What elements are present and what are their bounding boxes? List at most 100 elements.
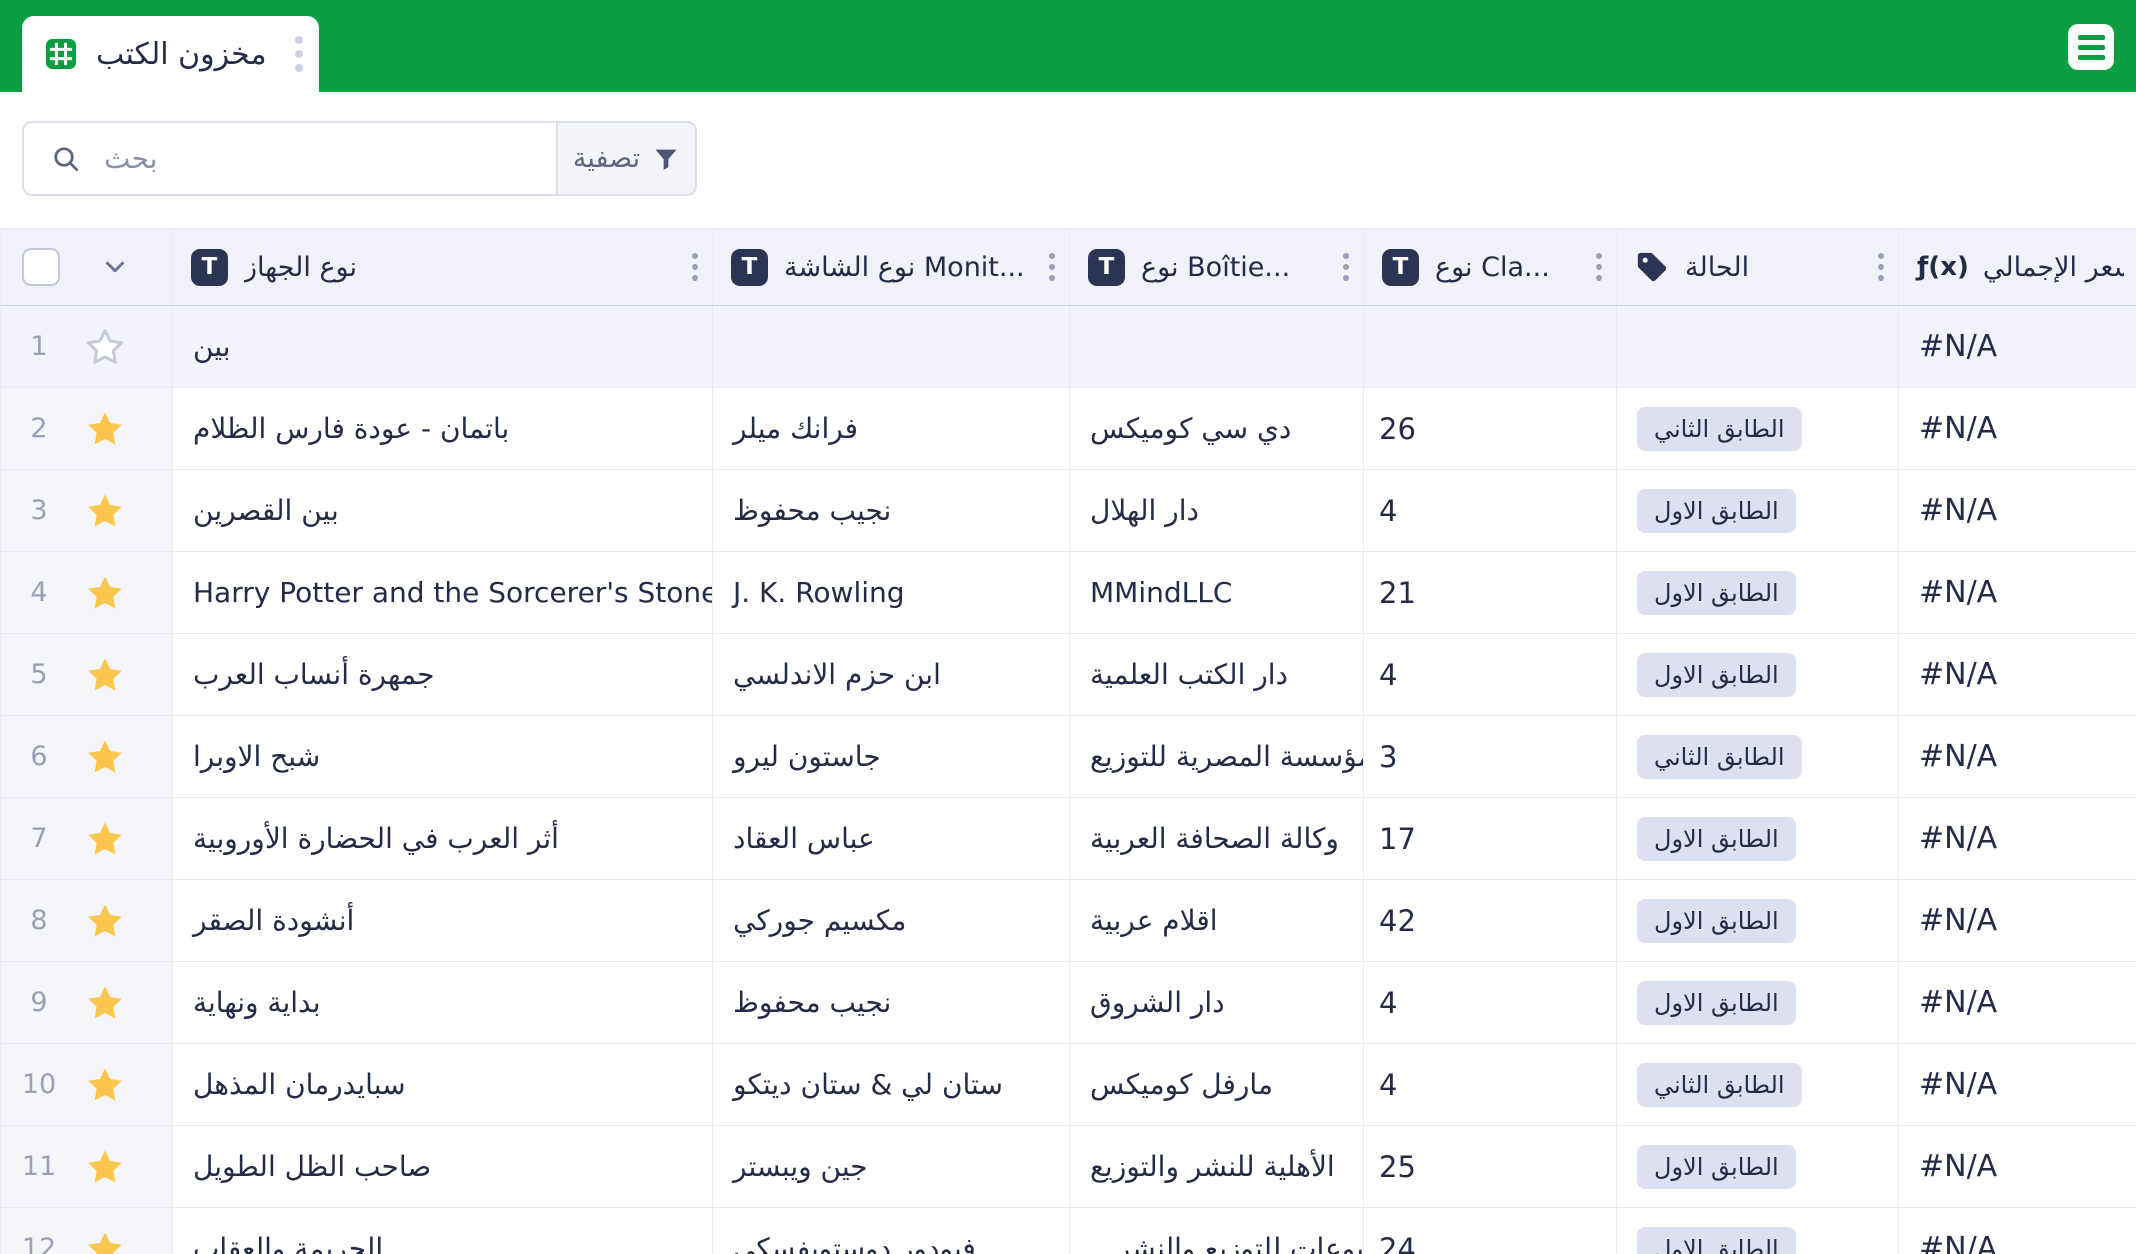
cell-status[interactable]: الطابق الاول — [1617, 552, 1899, 633]
cell-screen-type[interactable]: نجيب محفوظ — [713, 962, 1070, 1043]
star-filled-icon[interactable] — [83, 736, 127, 778]
cell-case-type[interactable]: وكالة الصحافة العربية — [1070, 798, 1364, 879]
cell-device-type[interactable]: الجريمة والعقاب — [173, 1208, 713, 1254]
cell-case-type[interactable]: دار الشروق — [1070, 962, 1364, 1043]
menu-button[interactable] — [2068, 24, 2114, 70]
cell-case-type[interactable]: اقلام عربية — [1070, 880, 1364, 961]
cell-status[interactable]: الطابق الثاني — [1617, 716, 1899, 797]
cell-total-price[interactable]: #N/A — [1899, 470, 2136, 551]
table-row[interactable]: 10سبايدرمان المذهلستان لي & ستان ديتكوما… — [1, 1044, 2136, 1126]
cell-screen-type[interactable]: فرانك ميلر — [713, 388, 1070, 469]
star-filled-icon[interactable] — [83, 900, 127, 942]
cell-case-type[interactable]: MMindLLC — [1070, 552, 1364, 633]
cell-device-type[interactable]: أنشودة الصقر — [173, 880, 713, 961]
column-kebab-icon[interactable] — [1341, 249, 1351, 285]
table-row[interactable]: 3بين القصريننجيب محفوظدار الهلال4الطابق … — [1, 470, 2136, 552]
column-kebab-icon[interactable] — [1047, 249, 1057, 285]
column-header-case-type[interactable]: T نوع Boîtie... — [1070, 229, 1364, 305]
cell-status[interactable]: الطابق الاول — [1617, 880, 1899, 961]
cell-device-type[interactable]: أثر العرب في الحضارة الأوروبية — [173, 798, 713, 879]
cell-screen-type[interactable]: جين ويبستر — [713, 1126, 1070, 1207]
cell-cla-type[interactable]: 4 — [1364, 1044, 1617, 1125]
cell-status[interactable]: الطابق الاول — [1617, 962, 1899, 1043]
table-row[interactable]: 4Harry Potter and the Sorcerer's StoneJ.… — [1, 552, 2136, 634]
cell-device-type[interactable]: بين القصرين — [173, 470, 713, 551]
cell-status[interactable]: الطابق الثاني — [1617, 1044, 1899, 1125]
cell-case-type[interactable] — [1070, 306, 1364, 387]
cell-total-price[interactable]: #N/A — [1899, 552, 2136, 633]
cell-cla-type[interactable]: 21 — [1364, 552, 1617, 633]
column-header-cla-type[interactable]: T نوع Cla... — [1364, 229, 1617, 305]
star-filled-icon[interactable] — [83, 982, 127, 1024]
table-row[interactable]: 7أثر العرب في الحضارة الأوروبيةعباس العق… — [1, 798, 2136, 880]
cell-total-price[interactable]: #N/A — [1899, 1126, 2136, 1207]
table-row[interactable]: 9بداية ونهايةنجيب محفوظدار الشروق4الطابق… — [1, 962, 2136, 1044]
cell-case-type[interactable]: المؤسسة المصرية للتوزيع — [1070, 716, 1364, 797]
table-row[interactable]: 6شبح الاوبراجاستون ليروالمؤسسة المصرية ل… — [1, 716, 2136, 798]
table-row[interactable]: 5جمهرة أنساب العربابن حزم الاندلسيدار ال… — [1, 634, 2136, 716]
cell-total-price[interactable]: #N/A — [1899, 798, 2136, 879]
column-kebab-icon[interactable] — [690, 249, 700, 285]
star-filled-icon[interactable] — [83, 654, 127, 696]
filter-button[interactable]: تصفية — [556, 123, 695, 194]
cell-cla-type[interactable]: 4 — [1364, 470, 1617, 551]
cell-status[interactable]: الطابق الاول — [1617, 634, 1899, 715]
cell-total-price[interactable]: #N/A — [1899, 634, 2136, 715]
tab-kebab-icon[interactable] — [295, 36, 303, 72]
cell-total-price[interactable]: #N/A — [1899, 1044, 2136, 1125]
cell-total-price[interactable]: #N/A — [1899, 1208, 2136, 1254]
cell-case-type[interactable]: مارفل كوميكس — [1070, 1044, 1364, 1125]
cell-cla-type[interactable]: 4 — [1364, 634, 1617, 715]
select-all-checkbox[interactable] — [22, 248, 60, 286]
column-header-status[interactable]: الحالة — [1617, 229, 1899, 305]
star-filled-icon[interactable] — [83, 818, 127, 860]
column-kebab-icon[interactable] — [1594, 249, 1604, 285]
cell-screen-type[interactable] — [713, 306, 1070, 387]
cell-device-type[interactable]: جمهرة أنساب العرب — [173, 634, 713, 715]
cell-screen-type[interactable]: ابن حزم الاندلسي — [713, 634, 1070, 715]
cell-device-type[interactable]: باتمان - عودة فارس الظلام — [173, 388, 713, 469]
cell-status[interactable]: الطابق الاول — [1617, 1208, 1899, 1254]
cell-device-type[interactable]: صاحب الظل الطويل — [173, 1126, 713, 1207]
cell-case-type[interactable]: دار الكتب العلمية — [1070, 634, 1364, 715]
cell-screen-type[interactable]: J. K. Rowling — [713, 552, 1070, 633]
column-header-screen-type[interactable]: T نوع الشاشة Monit... — [713, 229, 1070, 305]
column-header-total-price[interactable]: ƒ(x) السعر الإجمالي — [1899, 229, 2136, 305]
cell-total-price[interactable]: #N/A — [1899, 962, 2136, 1043]
cell-cla-type[interactable] — [1364, 306, 1617, 387]
cell-device-type[interactable]: بين — [173, 306, 713, 387]
cell-status[interactable]: الطابق الاول — [1617, 798, 1899, 879]
cell-device-type[interactable]: بداية ونهاية — [173, 962, 713, 1043]
table-row[interactable]: 12الجريمة والعقابفيودور دوستويفسكي...طبو… — [1, 1208, 2136, 1254]
table-row[interactable]: 11صاحب الظل الطويلجين ويبسترالأهلية للنش… — [1, 1126, 2136, 1208]
cell-status[interactable]: الطابق الثاني — [1617, 388, 1899, 469]
cell-cla-type[interactable]: 3 — [1364, 716, 1617, 797]
star-filled-icon[interactable] — [83, 572, 127, 614]
table-tab[interactable]: مخزون الكتب — [22, 16, 319, 92]
cell-device-type[interactable]: شبح الاوبرا — [173, 716, 713, 797]
cell-screen-type[interactable]: فيودور دوستويفسكي — [713, 1208, 1070, 1254]
table-row[interactable]: 8أنشودة الصقرمكسيم جوركياقلام عربية42الط… — [1, 880, 2136, 962]
cell-screen-type[interactable]: عباس العقاد — [713, 798, 1070, 879]
search-input[interactable] — [24, 123, 556, 194]
table-row[interactable]: 1بين#N/A — [1, 306, 2136, 388]
cell-cla-type[interactable]: 17 — [1364, 798, 1617, 879]
table-row[interactable]: 2باتمان - عودة فارس الظلامفرانك ميلردي س… — [1, 388, 2136, 470]
cell-screen-type[interactable]: جاستون ليرو — [713, 716, 1070, 797]
cell-device-type[interactable]: Harry Potter and the Sorcerer's Stone — [173, 552, 713, 633]
cell-cla-type[interactable]: 24 — [1364, 1208, 1617, 1254]
star-filled-icon[interactable] — [83, 408, 127, 450]
cell-cla-type[interactable]: 42 — [1364, 880, 1617, 961]
cell-total-price[interactable]: #N/A — [1899, 306, 2136, 387]
star-filled-icon[interactable] — [83, 1228, 127, 1254]
star-filled-icon[interactable] — [83, 490, 127, 532]
cell-status[interactable] — [1617, 306, 1899, 387]
cell-cla-type[interactable]: 25 — [1364, 1126, 1617, 1207]
cell-status[interactable]: الطابق الاول — [1617, 470, 1899, 551]
cell-case-type[interactable]: دي سي كوميكس — [1070, 388, 1364, 469]
cell-status[interactable]: الطابق الاول — [1617, 1126, 1899, 1207]
cell-total-price[interactable]: #N/A — [1899, 880, 2136, 961]
cell-cla-type[interactable]: 4 — [1364, 962, 1617, 1043]
cell-total-price[interactable]: #N/A — [1899, 388, 2136, 469]
cell-device-type[interactable]: سبايدرمان المذهل — [173, 1044, 713, 1125]
